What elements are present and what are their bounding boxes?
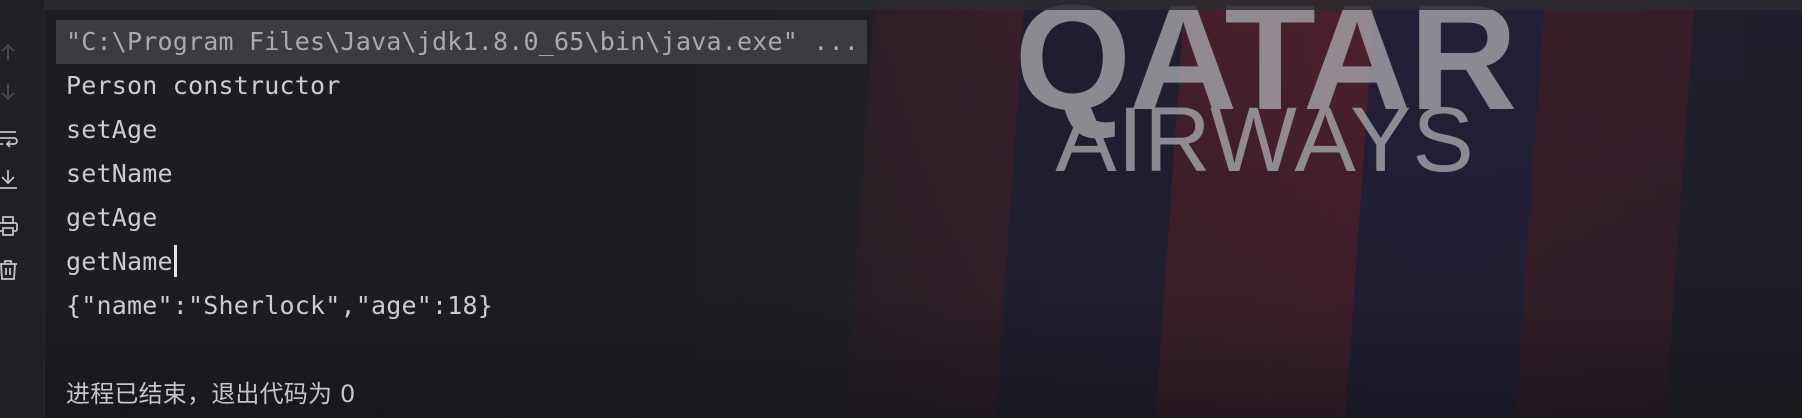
down-button[interactable] (0, 78, 22, 106)
arrow-down-icon (1, 84, 15, 101)
print-icon (0, 216, 18, 236)
top-border (0, 0, 1802, 10)
output-line: setAge (66, 115, 158, 144)
output-line: setName (66, 159, 173, 188)
clear-all-button[interactable] (0, 256, 22, 284)
up-button[interactable] (0, 38, 22, 66)
trash-icon (0, 260, 17, 280)
print-button[interactable] (0, 212, 22, 240)
run-console-window: QATAR AIRWAYS "C:\Program Files\Java\jdk… (0, 0, 1802, 418)
output-text: getName (66, 247, 173, 276)
output-line: {"name":"Sherlock","age":18} (66, 291, 494, 320)
output-line-with-caret: getName (56, 240, 1802, 284)
soft-wrap-button[interactable] (0, 124, 22, 152)
console-output[interactable]: "C:\Program Files\Java\jdk1.8.0_65\bin\j… (56, 20, 1802, 416)
output-line: Person constructor (66, 71, 341, 100)
text-caret (173, 245, 177, 277)
console-toolbar (0, 0, 45, 418)
command-line: "C:\Program Files\Java\jdk1.8.0_65\bin\j… (56, 20, 1802, 64)
soft-wrap-icon (0, 131, 18, 148)
scroll-to-end-button[interactable] (0, 166, 22, 194)
exit-message: 进程已结束，退出代码为 0 (66, 380, 356, 408)
java-command[interactable]: "C:\Program Files\Java\jdk1.8.0_65\bin\j… (56, 20, 868, 64)
arrow-up-icon (1, 43, 15, 60)
output-line: getAge (66, 203, 158, 232)
scroll-to-end-icon (0, 170, 17, 189)
